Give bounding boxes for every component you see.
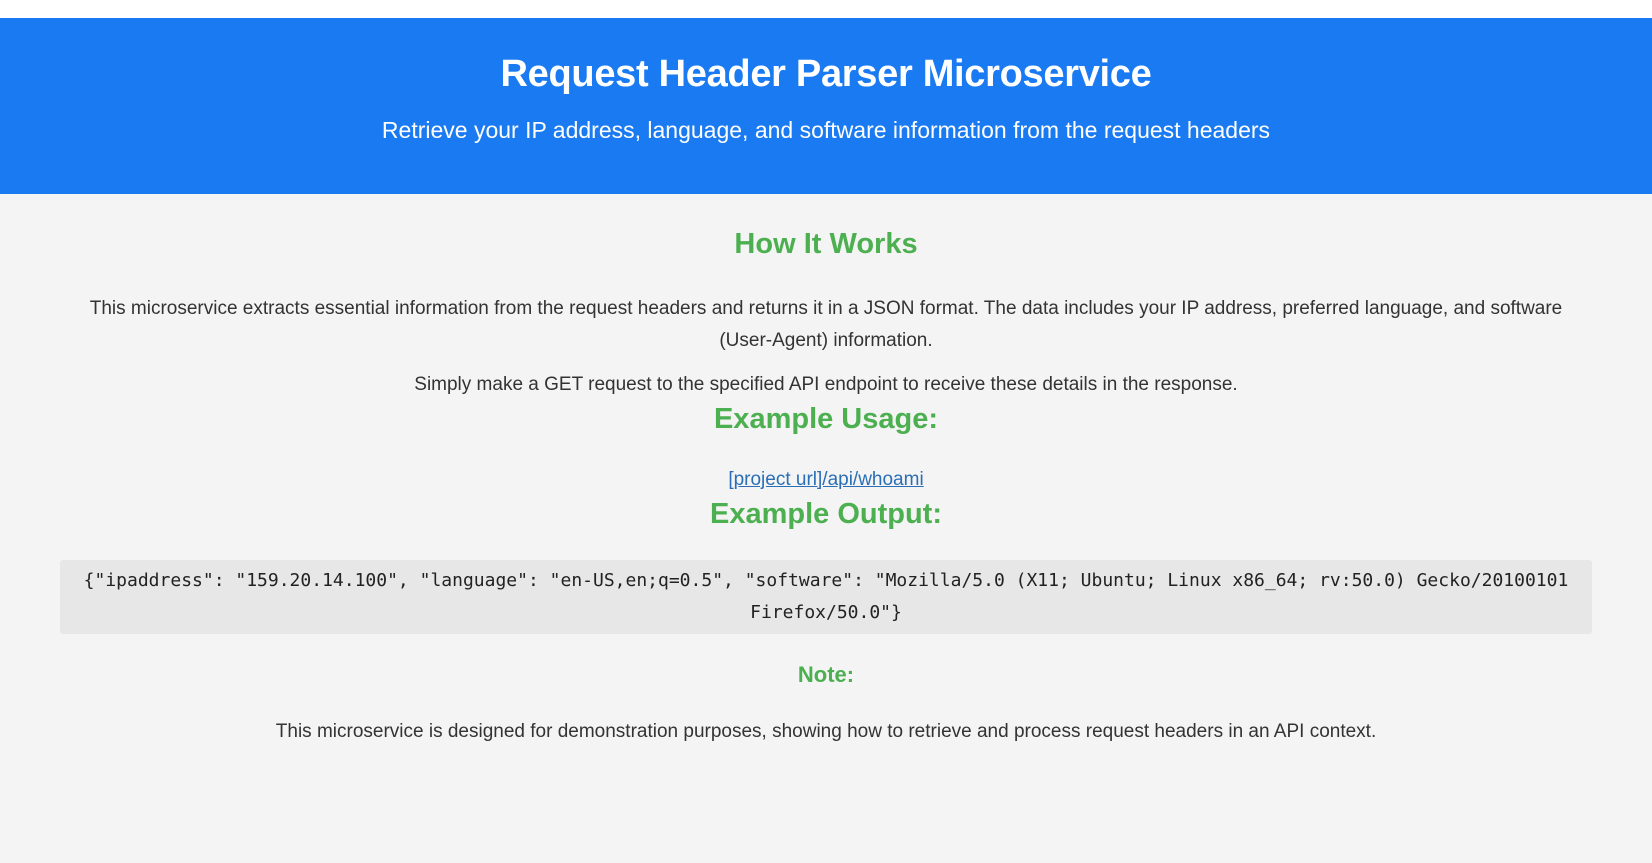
page-header: Request Header Parser Microservice Retri…	[0, 18, 1652, 194]
example-usage-heading: Example Usage:	[713, 403, 939, 435]
api-endpoint-link[interactable]: [project url]/api/whoami	[728, 464, 923, 496]
example-output-section: Example Output: {"ipaddress": "159.20.14…	[60, 496, 1592, 634]
example-output-code: {"ipaddress": "159.20.14.100", "language…	[60, 560, 1592, 634]
example-usage-section: Example Usage: [project url]/api/whoami	[60, 401, 1592, 496]
page-subtitle: Retrieve your IP address, language, and …	[381, 117, 1271, 143]
how-it-works-section: How It Works This microservice extracts …	[60, 194, 1592, 401]
how-it-works-description: This microservice extracts essential inf…	[89, 298, 1563, 351]
note-heading: Note:	[797, 662, 855, 687]
how-it-works-instructions: Simply make a GET request to the specifi…	[414, 374, 1238, 395]
note-section: Note: This microservice is designed for …	[60, 660, 1592, 748]
note-text: This microservice is designed for demons…	[275, 721, 1377, 742]
main-content: How It Works This microservice extracts …	[0, 194, 1652, 748]
browser-top-strip	[0, 0, 1652, 18]
how-it-works-heading: How It Works	[734, 228, 918, 260]
example-output-heading: Example Output:	[709, 498, 942, 530]
page-title: Request Header Parser Microservice	[500, 53, 1152, 95]
